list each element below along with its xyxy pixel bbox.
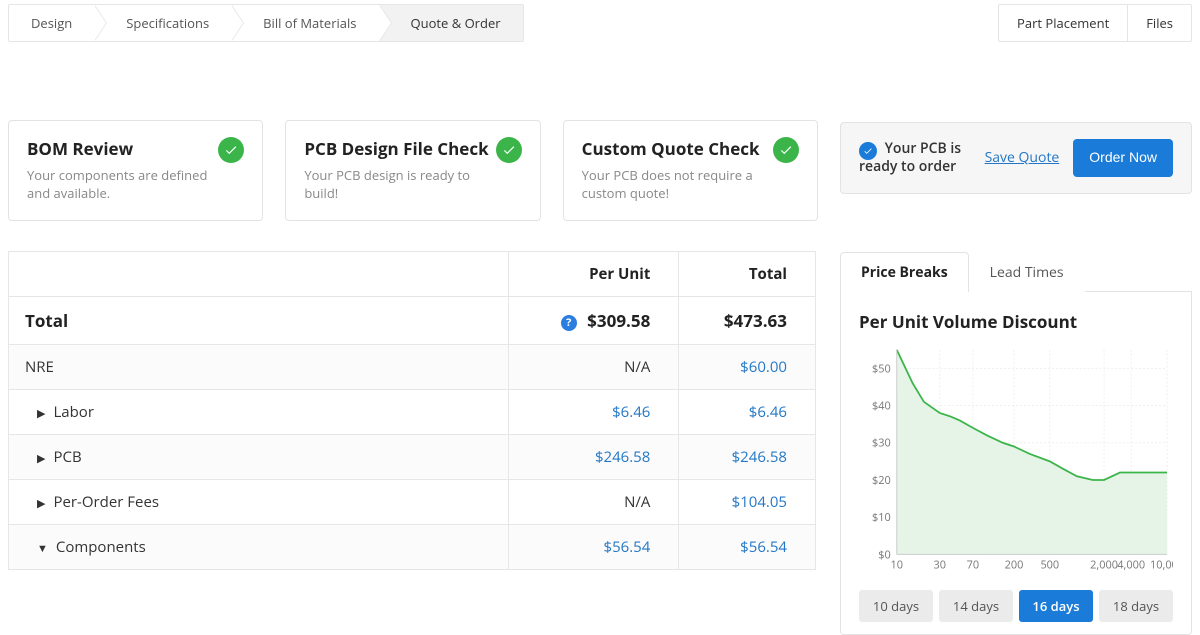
volume-discount-chart: $0 $10 $20 $30 $40 $50 10 30 70 200 500 2,0004,000 1… [859,345,1173,577]
svg-text:10,000: 10,000 [1150,558,1173,573]
row-nre: NRE N/A $60.00 [9,345,816,390]
bom-review-card: BOM Review Your components are defined a… [8,120,263,221]
check-ok-icon [773,137,799,163]
breadcrumb-bom[interactable]: Bill of Materials [231,5,378,41]
breadcrumb: Design Specifications Bill of Materials … [8,4,524,42]
row-per-order-total[interactable]: $104.05 [679,480,816,525]
chart-panel: Per Unit Volume Discount $0$10$20$30$40$… [840,292,1192,635]
row-components[interactable]: ▼Components $56.54 $56.54 [9,525,816,570]
bom-review-title: BOM Review [27,137,218,160]
custom-quote-title: Custom Quote Check [582,137,773,160]
row-labor-total[interactable]: $6.46 [679,390,816,435]
row-nre-total[interactable]: $60.00 [679,345,816,390]
row-labor-per-unit[interactable]: $6.46 [509,390,679,435]
price-table-wrap: Per Unit Total Total ? $309.58 $473.63 N… [8,233,816,635]
row-pcb-per-unit[interactable]: $246.58 [509,435,679,480]
row-per-order-label: ▶Per-Order Fees [9,480,509,525]
right-panel: Price Breaks Lead Times Per Unit Volume … [840,233,1192,635]
check-cards-row: BOM Review Your components are defined a… [0,120,1200,221]
custom-quote-sub: Your PCB does not require a custom quote… [582,166,773,202]
order-now-button[interactable]: Order Now [1073,139,1173,177]
top-right-buttons: Part Placement Files [998,4,1192,42]
custom-quote-card: Custom Quote Check Your PCB does not req… [563,120,818,221]
main-row: Per Unit Total Total ? $309.58 $473.63 N… [0,233,1200,635]
svg-text:500: 500 [1040,558,1059,573]
day-btn-16[interactable]: 16 days [1019,590,1093,622]
row-pcb-label: ▶PCB [9,435,509,480]
price-table: Per Unit Total Total ? $309.58 $473.63 N… [8,251,816,570]
row-total-total: $473.63 [679,297,816,345]
tab-lead-times[interactable]: Lead Times [969,252,1085,292]
svg-text:$50: $50 [872,362,891,377]
tab-price-breaks[interactable]: Price Breaks [840,252,969,292]
svg-text:2,000: 2,000 [1090,558,1118,573]
col-per-unit: Per Unit [509,252,679,297]
breadcrumb-design[interactable]: Design [9,5,94,41]
row-nre-label: NRE [9,345,509,390]
row-pcb[interactable]: ▶PCB $246.58 $246.58 [9,435,816,480]
caret-right-icon: ▶ [37,451,45,466]
row-total-per-unit: ? $309.58 [509,297,679,345]
bom-review-sub: Your components are defined and availabl… [27,166,218,202]
caret-down-icon: ▼ [37,541,48,556]
order-ready-message: Your PCB is ready to order [859,139,971,176]
svg-text:$0: $0 [878,548,891,563]
svg-text:$10: $10 [872,511,891,526]
row-per-order-per-unit: N/A [509,480,679,525]
svg-text:30: 30 [933,558,946,573]
ready-check-icon [859,142,877,160]
row-pcb-total[interactable]: $246.58 [679,435,816,480]
day-btn-14[interactable]: 14 days [939,590,1013,622]
row-components-per-unit[interactable]: $56.54 [509,525,679,570]
pcb-file-check-sub: Your PCB design is ready to build! [304,166,495,202]
breadcrumb-quote-order[interactable]: Quote & Order [379,5,523,41]
row-total-label: Total [9,297,509,345]
order-banner: Your PCB is ready to order Save Quote Or… [840,122,1192,194]
chart-title: Per Unit Volume Discount [859,310,1173,333]
files-button[interactable]: Files [1127,5,1191,41]
row-labor-label: ▶Labor [9,390,509,435]
day-btn-18[interactable]: 18 days [1099,590,1173,622]
breadcrumb-specifications[interactable]: Specifications [94,5,231,41]
svg-text:$30: $30 [872,436,891,451]
top-nav: Design Specifications Bill of Materials … [0,0,1200,42]
svg-text:$40: $40 [872,399,891,414]
svg-text:10: 10 [891,558,904,573]
row-per-order-fees[interactable]: ▶Per-Order Fees N/A $104.05 [9,480,816,525]
pcb-file-check-title: PCB Design File Check [304,137,495,160]
chart-tabs: Price Breaks Lead Times [840,251,1192,292]
help-icon[interactable]: ? [561,315,577,331]
row-components-label: ▼Components [9,525,509,570]
save-quote-link[interactable]: Save Quote [985,149,1060,167]
day-btn-10[interactable]: 10 days [859,590,933,622]
row-labor[interactable]: ▶Labor $6.46 $6.46 [9,390,816,435]
svg-text:200: 200 [1005,558,1024,573]
caret-right-icon: ▶ [37,406,45,421]
row-components-total[interactable]: $56.54 [679,525,816,570]
pcb-file-check-card: PCB Design File Check Your PCB design is… [285,120,540,221]
check-ok-icon [218,137,244,163]
row-total: Total ? $309.58 $473.63 [9,297,816,345]
svg-text:70: 70 [967,558,980,573]
col-total: Total [679,252,816,297]
row-nre-per-unit: N/A [509,345,679,390]
svg-text:$20: $20 [872,473,891,488]
caret-right-icon: ▶ [37,496,45,511]
svg-text:4,000: 4,000 [1117,558,1145,573]
check-ok-icon [496,137,522,163]
part-placement-button[interactable]: Part Placement [999,5,1127,41]
lead-time-buttons: 10 days 14 days 16 days 18 days [859,590,1173,622]
